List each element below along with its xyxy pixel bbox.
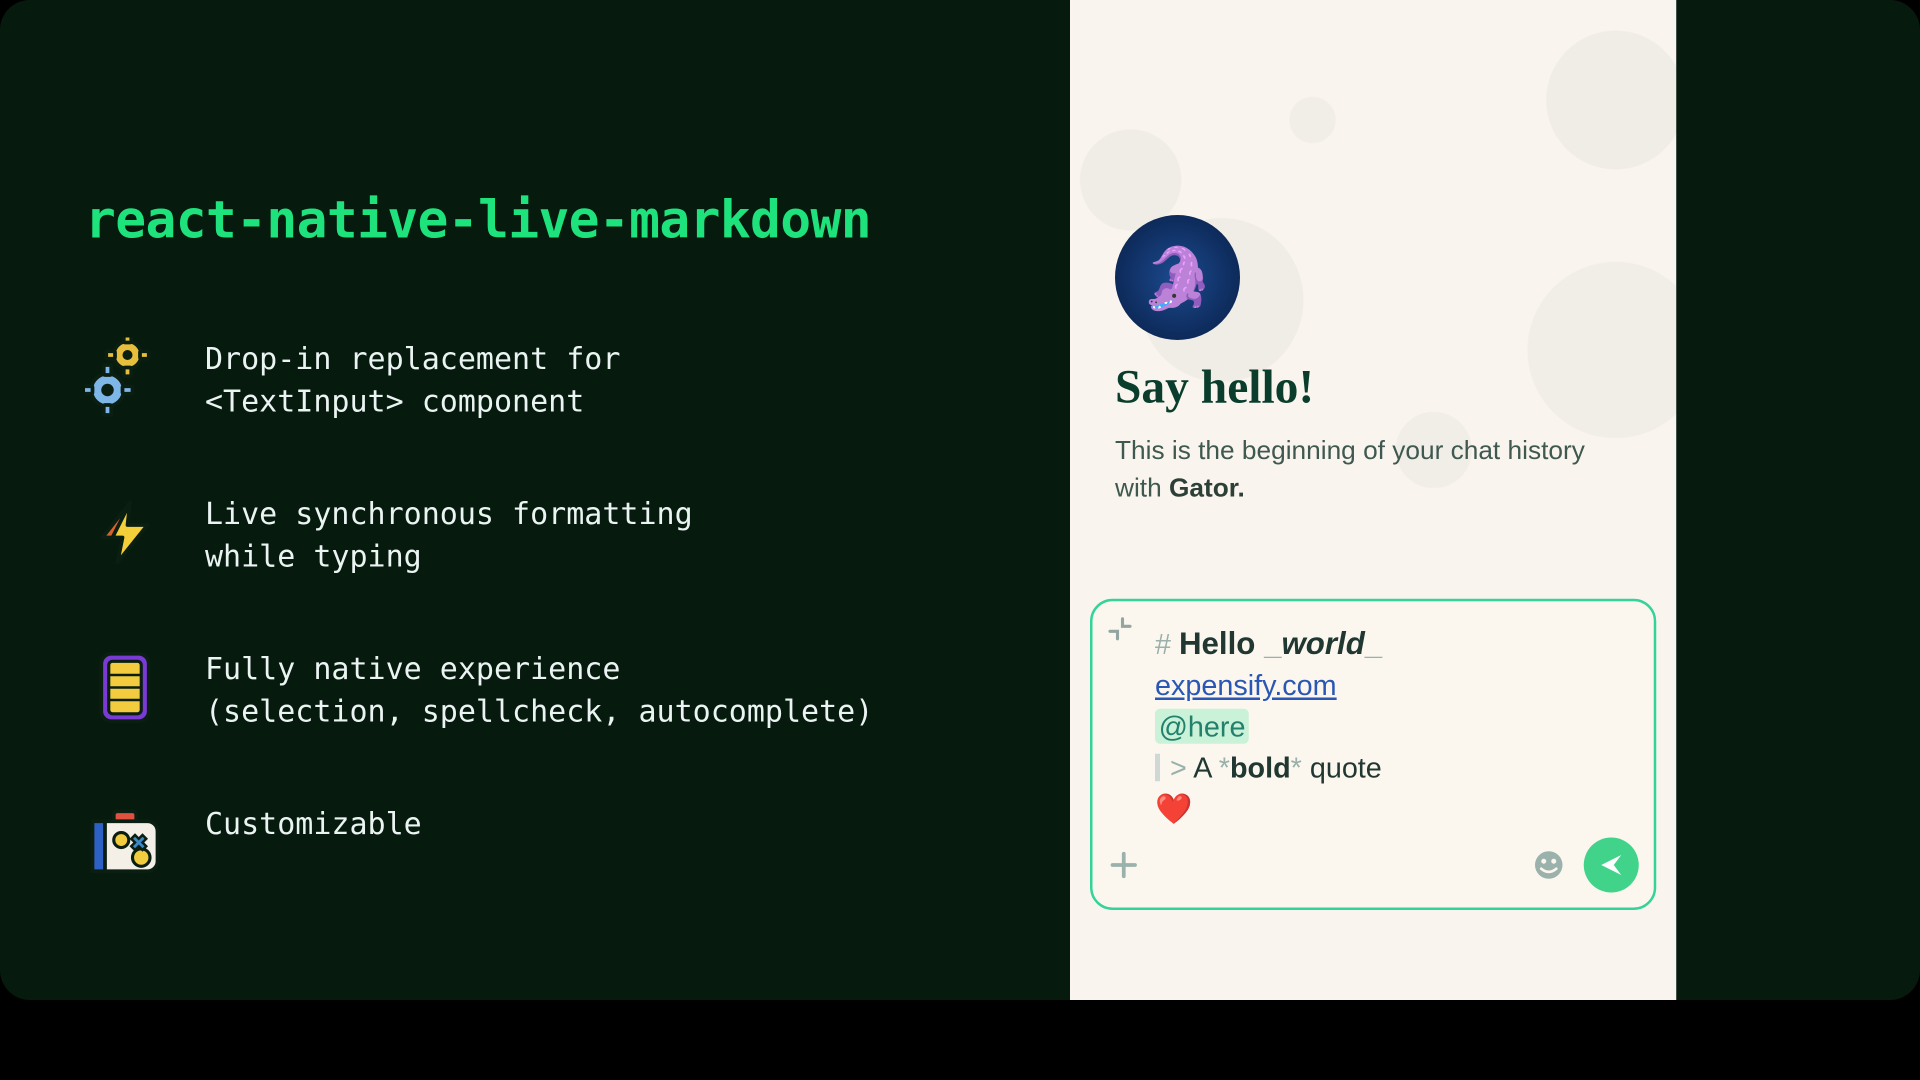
page-title: react-native-live-markdown (85, 190, 1035, 250)
message-composer[interactable]: # Hello _world_ expensify.com @here > A … (1090, 599, 1656, 910)
send-button[interactable] (1584, 838, 1639, 893)
phone-icon (85, 648, 165, 728)
feature-text: Customizable (205, 803, 422, 846)
heart-emoji: ❤️ (1155, 793, 1192, 827)
composer-link[interactable]: expensify.com (1155, 669, 1337, 702)
feature-text: Live synchronous formatting while typing (205, 493, 693, 578)
composer-actions (1108, 838, 1639, 893)
feature-item: Customizable (85, 803, 1035, 883)
feature-text: Drop-in replacement for <TextInput> comp… (205, 338, 620, 423)
collapse-icon[interactable] (1108, 616, 1133, 647)
lightning-icon (85, 493, 165, 573)
blockquote-bar (1155, 754, 1160, 782)
feature-item: Live synchronous formatting while typing (85, 493, 1035, 578)
feature-item: Drop-in replacement for <TextInput> comp… (85, 338, 1035, 423)
feature-item: Fully native experience (selection, spel… (85, 648, 1035, 733)
feature-text: Fully native experience (selection, spel… (205, 648, 873, 733)
greeting-block: Say hello! This is the beginning of your… (1115, 360, 1631, 508)
suitcase-icon (85, 803, 165, 883)
feature-panel: react-native-live-markdown (85, 190, 1035, 953)
phone-mockup: Say hello! This is the beginning of your… (1070, 0, 1676, 1000)
gears-icon (85, 338, 165, 418)
hero-banner: react-native-live-markdown (0, 0, 1920, 1000)
markdown-editor[interactable]: # Hello _world_ expensify.com @here > A … (1155, 624, 1631, 830)
add-attachment-button[interactable] (1108, 849, 1141, 882)
greeting-title: Say hello! (1115, 360, 1631, 415)
composer-mention[interactable]: @here (1155, 709, 1249, 744)
emoji-button[interactable] (1531, 848, 1566, 883)
avatar[interactable] (1115, 215, 1240, 340)
greeting-body: This is the beginning of your chat histo… (1115, 433, 1631, 508)
